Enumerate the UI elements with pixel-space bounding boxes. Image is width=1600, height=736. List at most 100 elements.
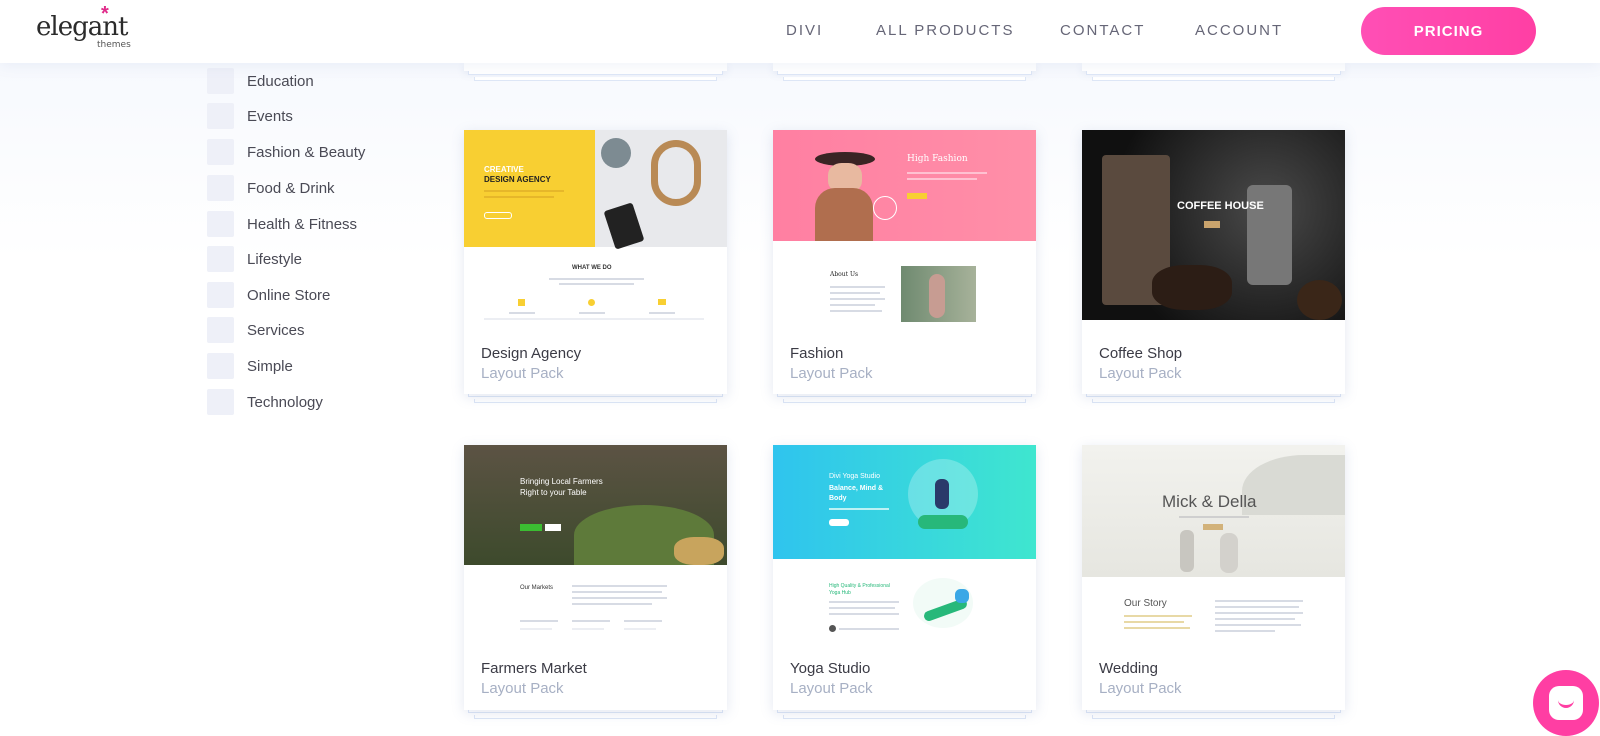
card-preview-image[interactable]: CREATIVE DESIGN AGENCY WHAT WE DO [464,130,727,326]
preview-avatar [829,625,836,632]
beans-shape [1152,265,1232,310]
elegant-themes-logo[interactable]: elegant * themes [36,3,146,54]
category-simple[interactable]: Simple [207,353,293,379]
category-checkbox[interactable] [207,389,234,415]
partial-card [464,63,727,71]
card-subtitle: Layout Pack [790,365,873,382]
preview-button-white [545,524,561,531]
layout-card-yoga-studio[interactable]: Divi Yoga Studio Balance, Mind & Body Hi… [773,445,1036,736]
preview-text-line [830,298,885,300]
layout-card-coffee-shop[interactable]: COFFEE HOUSE Coffee Shop Layout Pack [1082,130,1345,415]
card-body[interactable]: Divi Yoga Studio Balance, Mind & Body Hi… [773,445,1036,710]
preview-text-line [579,312,605,314]
preview-text-line [572,591,662,593]
preview-text-line [829,508,889,510]
preview-headline: High Fashion [907,154,968,164]
category-events[interactable]: Events [207,103,293,129]
card-preview-image[interactable]: Divi Yoga Studio Balance, Mind & Body Hi… [773,445,1036,641]
circle-outline [873,196,897,220]
category-checkbox[interactable] [207,317,234,343]
category-health-fitness[interactable]: Health & Fitness [207,211,357,237]
preview-feature-icon [658,299,666,305]
chat-button[interactable] [1533,670,1599,736]
card-title[interactable]: Fashion [790,345,843,362]
preview-headline: Body [829,495,847,502]
preview-text-line [1215,624,1301,626]
category-checkbox[interactable] [207,68,234,94]
preview-text-line [572,597,667,599]
card-title[interactable]: Farmers Market [481,660,587,677]
preview-text-line [484,318,704,320]
partial-card [1082,63,1345,71]
pricing-button[interactable]: PRICING [1361,7,1536,55]
preview-text-line [549,278,644,280]
nav-account[interactable]: ACCOUNT [1195,22,1283,39]
category-label: Food & Drink [247,179,335,197]
preview-teal-banner [773,445,1036,559]
preview-headline: DESIGN AGENCY [484,175,551,184]
preview-text-line [1124,627,1190,629]
nav-all-products[interactable]: ALL PRODUCTS [876,22,1014,39]
preview-headline: Bringing Local Farmers [520,477,603,486]
nav-contact[interactable]: CONTACT [1060,22,1145,39]
category-checkbox[interactable] [207,103,234,129]
card-preview-image[interactable]: High Fashion About Us [773,130,1036,326]
preview-button [484,212,512,219]
layout-card-design-agency[interactable]: CREATIVE DESIGN AGENCY WHAT WE DO Design… [464,130,727,415]
layout-card-wedding[interactable]: Mick & Della Our Story Wedding Layout Pa… [1082,445,1345,736]
preview-yellow-panel [464,130,595,247]
chat-smile-shape [1558,700,1574,708]
card-stack-line [1086,71,1341,75]
category-online-store[interactable]: Online Store [207,282,330,308]
preview-section-title: Our Markets [520,585,554,591]
card-body[interactable]: High Fashion About Us Fashion Layout Pac… [773,130,1036,394]
card-body[interactable]: CREATIVE DESIGN AGENCY WHAT WE DO Design… [464,130,727,394]
card-title[interactable]: Design Agency [481,345,581,362]
category-technology[interactable]: Technology [207,389,323,415]
category-checkbox[interactable] [207,211,234,237]
category-label: Fashion & Beauty [247,143,366,161]
category-checkbox[interactable] [207,139,234,165]
category-checkbox[interactable] [207,175,234,201]
preview-section-title: About Us [830,271,859,278]
card-title[interactable]: Yoga Studio [790,660,870,677]
preview-headline: COFFEE HOUSE [1177,200,1264,212]
card-body[interactable]: Mick & Della Our Story Wedding Layout Pa… [1082,445,1345,710]
category-checkbox[interactable] [207,282,234,308]
layout-card-fashion[interactable]: High Fashion About Us Fashion Layout Pac… [773,130,1036,415]
melons-shape [674,537,724,565]
card-preview-image[interactable]: Bringing Local Farmers Right to your Tab… [464,445,727,641]
category-food-drink[interactable]: Food & Drink [207,175,335,201]
preview-feature-icon [518,299,525,306]
card-body[interactable]: Bringing Local Farmers Right to your Tab… [464,445,727,710]
preview-text-line [830,310,882,312]
category-checkbox[interactable] [207,353,234,379]
category-lifestyle[interactable]: Lifestyle [207,246,302,272]
card-preview-image[interactable]: COFFEE HOUSE [1082,130,1345,326]
category-label: Simple [247,357,293,375]
preview-pink-banner [773,130,1036,241]
card-title[interactable]: Wedding [1099,660,1158,677]
partial-card [773,63,1036,71]
preview-text-line [907,172,987,174]
preview-text-line [1179,516,1249,518]
headphones-shape [651,140,701,206]
category-checkbox[interactable] [207,246,234,272]
layout-card-farmers-market[interactable]: Bringing Local Farmers Right to your Tab… [464,445,727,736]
couple-shape [1180,530,1194,572]
category-label: Services [247,321,305,339]
card-body[interactable]: COFFEE HOUSE Coffee Shop Layout Pack [1082,130,1345,394]
preview-text-line [1215,630,1275,632]
nav-divi[interactable]: DIVI [786,22,823,39]
card-stack-line [1092,77,1335,81]
coat-shape [815,188,873,241]
category-fashion-beauty[interactable]: Fashion & Beauty [207,139,365,165]
category-label: Events [247,107,293,125]
card-stack-line [777,71,1032,75]
card-title[interactable]: Coffee Shop [1099,345,1182,362]
card-stack-line [474,77,717,81]
category-education[interactable]: Education [207,68,314,94]
preview-text-line [484,196,554,198]
category-services[interactable]: Services [207,317,305,343]
card-preview-image[interactable]: Mick & Della Our Story [1082,445,1345,641]
